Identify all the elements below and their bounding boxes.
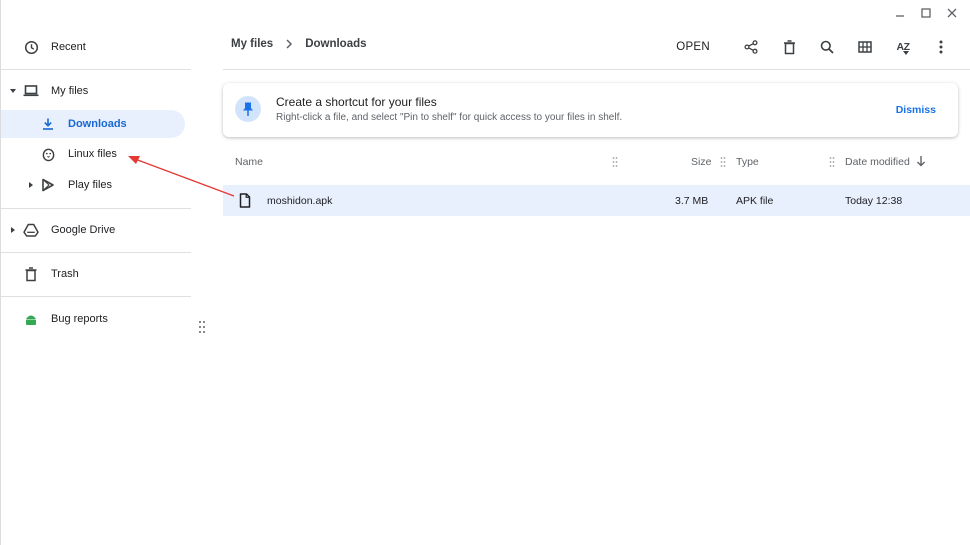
files-app-window: Recent My files Downloads Linux files Pl… [0, 0, 970, 545]
grid-view-icon [858, 41, 872, 53]
penguin-icon [40, 146, 56, 162]
sidebar-item-recent[interactable]: Recent [1, 33, 191, 61]
file-type: APK file [736, 195, 774, 207]
header-divider [223, 69, 970, 70]
maximize-icon [921, 8, 931, 18]
delete-button[interactable] [770, 36, 808, 58]
sidebar-item-label: Trash [51, 268, 79, 280]
sidebar-item-downloads[interactable]: Downloads [1, 110, 185, 138]
maximize-button[interactable] [916, 4, 936, 22]
sort-button[interactable]: AZ [884, 36, 922, 58]
play-store-icon [40, 177, 56, 193]
sidebar-item-label: My files [51, 85, 89, 97]
file-name: moshidon.apk [267, 195, 333, 207]
file-icon [239, 193, 251, 208]
sidebar-divider [1, 296, 191, 297]
share-icon [744, 40, 758, 54]
close-icon [947, 8, 957, 18]
sidebar-item-linux-files[interactable]: Linux files [1, 140, 191, 168]
sidebar-divider [1, 208, 191, 209]
more-vert-icon [939, 40, 943, 54]
open-button[interactable]: OPEN [676, 41, 710, 53]
sidebar-item-label: Bug reports [51, 313, 108, 325]
sidebar-divider [1, 69, 191, 70]
column-header-name[interactable]: Name [235, 156, 263, 168]
dismiss-button[interactable]: Dismiss [896, 104, 936, 116]
breadcrumb-my-files[interactable]: My files [231, 38, 273, 50]
sidebar-item-my-files[interactable]: My files [1, 77, 191, 105]
column-resize-icon[interactable] [720, 156, 726, 168]
banner-title: Create a shortcut for your files [276, 95, 437, 109]
clock-icon [23, 39, 39, 55]
column-resize-icon[interactable] [829, 156, 835, 168]
laptop-icon [23, 83, 39, 99]
sidebar-item-label: Google Drive [51, 224, 116, 236]
column-header-type[interactable]: Type [736, 156, 759, 168]
expand-right-icon[interactable] [8, 225, 18, 235]
sidebar-item-label: Downloads [68, 118, 127, 130]
minimize-button[interactable] [890, 4, 910, 22]
sidebar: Recent My files Downloads Linux files Pl… [1, 0, 191, 545]
download-icon [40, 116, 56, 132]
column-resize-icon[interactable] [612, 156, 618, 168]
file-list-header: Name Size Type Date modified [223, 150, 970, 174]
expand-right-icon[interactable] [26, 180, 36, 190]
grid-view-button[interactable] [846, 36, 884, 58]
android-icon [23, 311, 39, 327]
sidebar-item-bug-reports[interactable]: Bug reports [1, 305, 191, 333]
share-button[interactable] [732, 36, 770, 58]
sidebar-item-label: Recent [51, 41, 86, 53]
sidebar-divider [1, 252, 191, 253]
toolbar: OPEN AZ [676, 36, 960, 58]
banner-subtitle: Right-click a file, and select "Pin to s… [276, 112, 623, 123]
sidebar-item-label: Linux files [68, 148, 117, 160]
more-menu-button[interactable] [922, 36, 960, 58]
search-icon [820, 40, 834, 54]
window-controls [890, 4, 962, 22]
shortcut-banner: Create a shortcut for your files Right-c… [223, 83, 958, 137]
sidebar-item-play-files[interactable]: Play files [1, 171, 191, 199]
column-header-size[interactable]: Size [691, 156, 711, 168]
sidebar-resize-handle[interactable] [198, 320, 206, 334]
close-button[interactable] [942, 4, 962, 22]
chevron-right-icon [285, 39, 293, 49]
sort-arrow-icon [903, 51, 909, 55]
sort-descending-icon[interactable] [916, 155, 926, 170]
breadcrumb-downloads[interactable]: Downloads [305, 38, 366, 50]
delete-icon [783, 39, 795, 54]
pin-icon [235, 96, 261, 122]
table-row[interactable]: moshidon.apk 3.7 MB APK file Today 12:38 [223, 185, 970, 216]
file-size: 3.7 MB [675, 195, 709, 207]
breadcrumb: My files Downloads [231, 38, 367, 50]
minimize-icon [896, 15, 904, 17]
search-button[interactable] [808, 36, 846, 58]
file-date-modified: Today 12:38 [845, 195, 903, 207]
sidebar-item-google-drive[interactable]: Google Drive [1, 216, 191, 244]
sidebar-item-label: Play files [68, 179, 113, 191]
column-header-date-modified[interactable]: Date modified [845, 156, 910, 168]
sidebar-item-trash[interactable]: Trash [1, 260, 191, 288]
expand-down-icon[interactable] [8, 86, 18, 96]
trash-icon [23, 266, 39, 282]
drive-icon [23, 222, 39, 238]
